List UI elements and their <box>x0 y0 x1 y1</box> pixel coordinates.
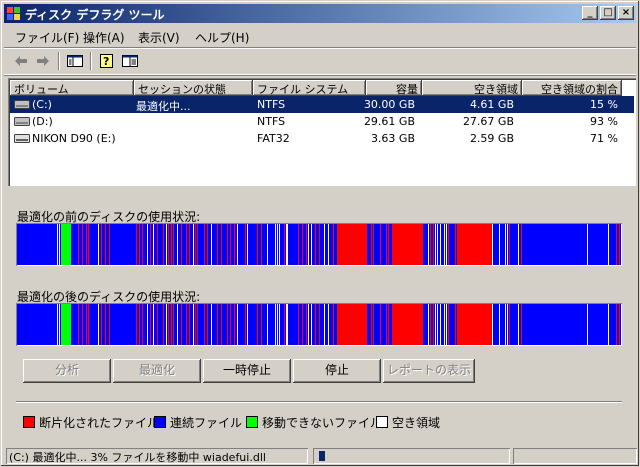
back-arrow-icon[interactable] <box>12 53 30 69</box>
status-bar: (C:) 最適化中... 3% ファイルを移動中 wiadefui.dll <box>4 447 636 465</box>
legend-separator <box>16 401 622 403</box>
disk-defragmenter-window: ディスク デフラグ ツール _ □ × ファイル(F) 操作(A) 表示(V) … <box>0 0 640 467</box>
progress-bar <box>313 448 510 464</box>
stop-button[interactable]: 停止 <box>293 359 381 383</box>
status-text: (C:) 最適化中... 3% ファイルを移動中 wiadefui.dll <box>6 448 308 464</box>
menu-file[interactable]: ファイル(F) <box>15 29 79 46</box>
column-header-capacity[interactable]: 容量 <box>366 80 422 96</box>
svg-text:?: ? <box>103 55 109 68</box>
menu-help[interactable]: ヘルプ(H) <box>195 29 249 46</box>
volume-list-header: ボリューム セッションの状態 ファイル システム 容量 空き領域 空き領域の割合 <box>10 80 634 96</box>
volume-row-e[interactable]: NIKON D90 (E:) FAT32 3.63 GB 2.59 GB 71 … <box>10 130 634 147</box>
legend-free: 空き領域 <box>376 414 440 431</box>
volume-filesystem: FAT32 <box>257 132 290 145</box>
defrag-app-icon <box>7 7 20 20</box>
legend-fragmented-label: 断片化されたファイル <box>39 416 160 430</box>
close-button[interactable]: × <box>618 6 634 20</box>
maximize-button[interactable]: □ <box>600 6 616 20</box>
volume-name: (C:) <box>32 98 52 111</box>
minimize-button[interactable]: _ <box>582 6 598 20</box>
window-title: ディスク デフラグ ツール <box>25 8 165 22</box>
hard-drive-icon <box>14 100 30 109</box>
volume-free: 4.61 GB <box>469 98 514 111</box>
legend-contiguous: 連続ファイル <box>154 414 242 431</box>
analyze-button[interactable]: 分析 <box>23 359 111 383</box>
toolbar: ? <box>4 47 636 75</box>
view-report-button[interactable]: レポートの表示 <box>383 359 475 383</box>
volume-list[interactable]: ボリューム セッションの状態 ファイル システム 容量 空き領域 空き領域の割合… <box>8 78 636 186</box>
legend-contiguous-label: 連続ファイル <box>170 416 243 430</box>
pause-button[interactable]: 一時停止 <box>203 359 291 383</box>
volume-row-c[interactable]: (C:) 最適化中... NTFS 30.00 GB 4.61 GB 15 % <box>10 96 634 113</box>
before-usage-map-canvas <box>17 224 621 265</box>
column-header-filesystem[interactable]: ファイル システム <box>253 80 366 96</box>
title-bar[interactable]: ディスク デフラグ ツール _ □ × <box>4 4 636 23</box>
hard-drive-icon <box>14 117 30 126</box>
volume-percent-free: 15 % <box>590 98 618 111</box>
volume-free: 27.67 GB <box>462 115 514 128</box>
progress-fill <box>319 451 325 461</box>
forward-arrow-icon[interactable] <box>34 53 52 69</box>
legend-unmovable-label: 移動できないファイル <box>262 416 383 430</box>
legend-unmovable: 移動できないファイル <box>246 414 382 431</box>
volume-filesystem: NTFS <box>257 115 286 128</box>
column-header-percent-free[interactable]: 空き領域の割合 <box>522 80 622 96</box>
volume-capacity: 30.00 GB <box>363 98 415 111</box>
volume-name: NIKON D90 (E:) <box>32 132 116 145</box>
console-tree-icon[interactable] <box>66 53 84 69</box>
after-usage-map <box>16 303 622 346</box>
column-header-status[interactable]: セッションの状態 <box>134 80 253 96</box>
menu-action[interactable]: 操作(A) <box>83 29 125 46</box>
volume-status: 最適化中... <box>136 100 191 113</box>
volume-filesystem: NTFS <box>257 98 286 111</box>
legend-free-label: 空き領域 <box>392 416 441 430</box>
volume-capacity: 3.63 GB <box>370 132 415 145</box>
contiguous-swatch <box>154 416 166 428</box>
volume-name: (D:) <box>32 115 53 128</box>
volume-row-d[interactable]: (D:) NTFS 29.61 GB 27.67 GB 93 % <box>10 113 634 130</box>
toolbar-separator <box>58 52 60 70</box>
volume-free: 2.59 GB <box>469 132 514 145</box>
menu-bar: ファイル(F) 操作(A) 表示(V) ヘルプ(H) <box>4 25 636 45</box>
column-header-free-space[interactable]: 空き領域 <box>422 80 522 96</box>
defragment-button[interactable]: 最適化 <box>113 359 201 383</box>
properties-icon[interactable] <box>121 53 139 69</box>
volume-percent-free: 71 % <box>590 132 618 145</box>
unmovable-swatch <box>246 416 258 428</box>
toolbar-separator <box>90 52 92 70</box>
help-icon[interactable]: ? <box>98 53 116 69</box>
volume-percent-free: 93 % <box>590 115 618 128</box>
legend-fragmented: 断片化されたファイル <box>23 414 159 431</box>
fragmented-swatch <box>23 416 35 428</box>
free-swatch <box>376 416 388 428</box>
removable-drive-icon <box>14 134 30 143</box>
after-usage-map-canvas <box>17 304 621 345</box>
volume-capacity: 29.61 GB <box>363 115 415 128</box>
column-header-volume[interactable]: ボリューム <box>10 80 134 96</box>
menu-view[interactable]: 表示(V) <box>138 29 180 46</box>
before-usage-map <box>16 223 622 266</box>
status-panel-empty <box>513 448 637 464</box>
